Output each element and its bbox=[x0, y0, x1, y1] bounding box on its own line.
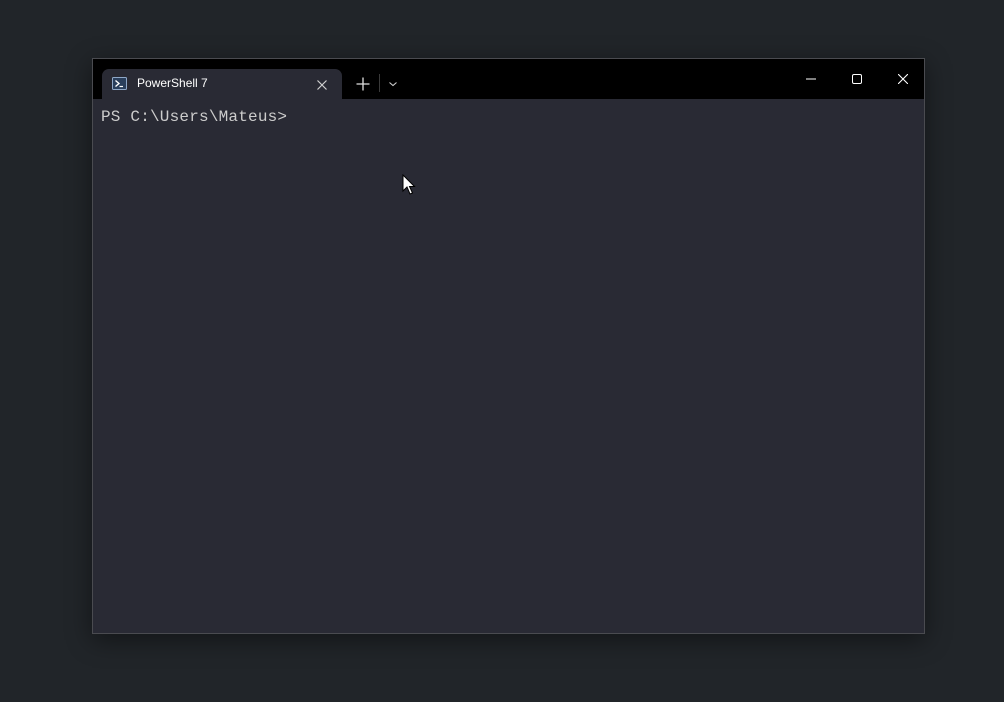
desktop: PowerShell 7 PS C:\Users\Mateus> bbox=[0, 0, 1004, 702]
minimize-button[interactable] bbox=[788, 59, 834, 99]
close-window-button[interactable] bbox=[880, 59, 924, 99]
maximize-button[interactable] bbox=[834, 59, 880, 99]
terminal-window: PowerShell 7 PS C:\Users\Mateus> bbox=[92, 58, 925, 634]
minimize-icon bbox=[806, 78, 816, 80]
tab-separator bbox=[379, 74, 380, 92]
terminal-prompt: PS C:\Users\Mateus> bbox=[101, 108, 288, 126]
tab-title: PowerShell 7 bbox=[137, 76, 208, 90]
close-icon bbox=[317, 80, 327, 90]
tab-close-button[interactable] bbox=[315, 77, 329, 91]
new-tab-button[interactable] bbox=[349, 73, 377, 95]
powershell-icon bbox=[112, 77, 127, 90]
title-bar[interactable]: PowerShell 7 bbox=[93, 59, 924, 99]
mouse-cursor-icon bbox=[402, 174, 416, 195]
tab-dropdown-button[interactable] bbox=[382, 73, 404, 95]
maximize-icon bbox=[852, 74, 862, 84]
tab-powershell[interactable]: PowerShell 7 bbox=[102, 69, 342, 99]
chevron-down-icon bbox=[389, 82, 397, 87]
close-icon bbox=[898, 74, 908, 84]
plus-icon bbox=[356, 77, 370, 91]
terminal-area[interactable]: PS C:\Users\Mateus> bbox=[93, 99, 924, 633]
